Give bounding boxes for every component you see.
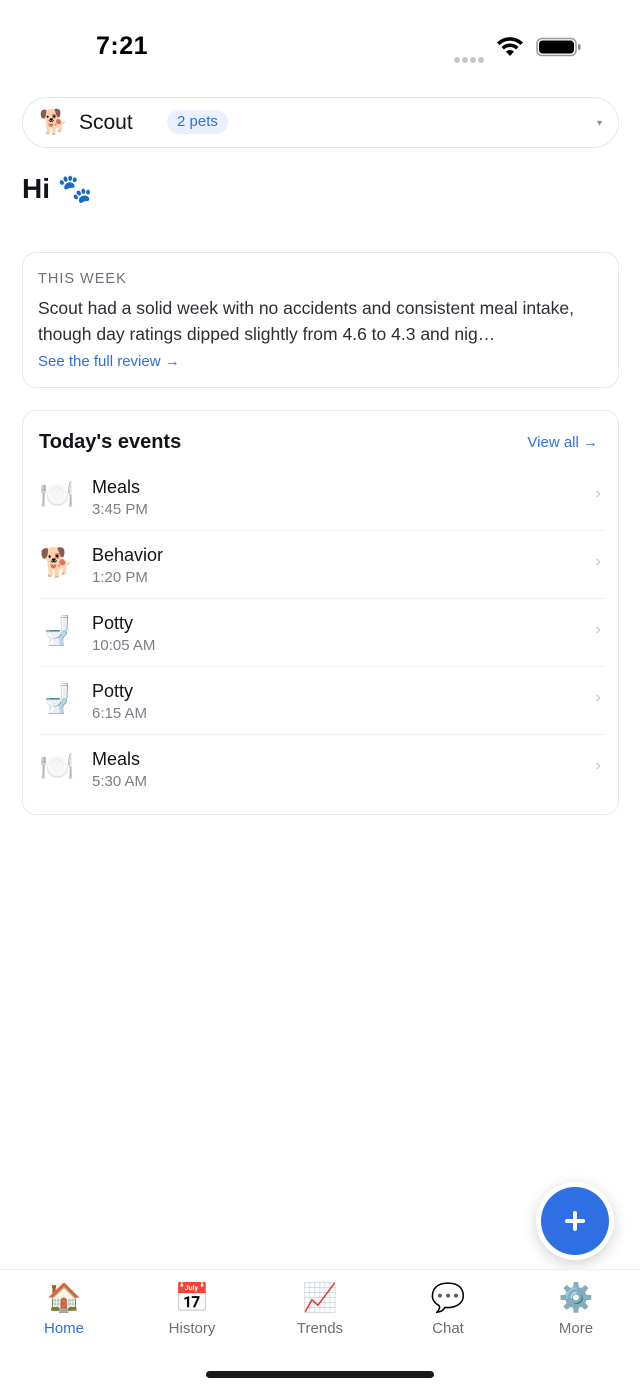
tab-label: More xyxy=(558,1320,594,1337)
chart-icon: 📈 xyxy=(302,1282,338,1313)
gear-icon: ⚙️ xyxy=(558,1282,594,1313)
plus-icon xyxy=(565,1211,585,1231)
add-event-button[interactable] xyxy=(536,1182,614,1260)
chevron-right-icon: › xyxy=(595,553,601,570)
chevron-right-icon: › xyxy=(595,621,601,638)
tab-trends[interactable]: 📈 Trends xyxy=(270,1280,370,1342)
add-event-button-fill xyxy=(541,1187,609,1255)
tab-more[interactable]: ⚙️ More xyxy=(526,1280,626,1342)
calendar-icon: 📅 xyxy=(174,1282,210,1313)
dog-icon: 🐕 xyxy=(39,109,69,136)
pet-selector[interactable]: 🐕 Scout 2 pets ▾ xyxy=(22,97,619,148)
toilet-icon: 🚽 xyxy=(39,683,75,714)
chat-bubble-icon: 💬 xyxy=(430,1282,466,1313)
greeting-title: Hi 🐾 xyxy=(22,173,93,204)
tab-label: Trends xyxy=(296,1320,344,1337)
tab-home[interactable]: 🏠 Home xyxy=(14,1280,114,1342)
chevron-down-icon: ▾ xyxy=(596,118,602,129)
event-list: 🍽️ Meals 3:45 PM › 🐕 Behavior 1:20 PM › … xyxy=(39,463,605,803)
event-row-potty[interactable]: 🚽 Potty 10:05 AM › xyxy=(39,599,605,667)
home-indicator xyxy=(206,1371,434,1378)
tab-label: History xyxy=(168,1320,216,1337)
event-time: 10:05 AM xyxy=(92,637,156,654)
view-all-link[interactable]: View all → xyxy=(527,434,598,451)
chevron-right-icon: › xyxy=(595,689,601,706)
toilet-icon: 🚽 xyxy=(39,615,75,646)
tab-label: Home xyxy=(43,1320,84,1337)
cellular-signal-icon xyxy=(454,50,488,63)
weekly-review-card: THIS WEEK Scout had a solid week with no… xyxy=(22,252,619,388)
event-row-behavior[interactable]: 🐕 Behavior 1:20 PM › xyxy=(39,531,605,599)
event-name: Behavior xyxy=(92,545,164,565)
event-row-meals[interactable]: 🍽️ Meals 3:45 PM › xyxy=(39,463,605,531)
event-time: 6:15 AM xyxy=(92,705,148,722)
status-bar: 7:21 xyxy=(0,0,640,92)
todays-events-card: Today's events View all → 🍽️ Meals 3:45 … xyxy=(22,410,619,815)
wifi-icon xyxy=(497,37,523,56)
events-title: Today's events xyxy=(39,431,182,453)
event-name: Potty xyxy=(92,681,134,701)
week-summary: Scout had a solid week with no accidents… xyxy=(38,298,575,344)
event-time: 5:30 AM xyxy=(92,773,148,790)
week-label: THIS WEEK xyxy=(38,271,127,287)
event-name: Meals xyxy=(92,749,141,769)
pet-count-badge: 2 pets xyxy=(167,110,228,134)
chevron-right-icon: › xyxy=(595,485,601,502)
plate-icon: 🍽️ xyxy=(39,479,75,510)
tab-label: Chat xyxy=(432,1320,464,1337)
status-time: 7:21 xyxy=(96,32,149,60)
chevron-right-icon: › xyxy=(595,757,601,774)
event-time: 1:20 PM xyxy=(92,569,148,586)
full-review-link[interactable]: See the full review → xyxy=(38,353,180,370)
dog-icon: 🐕 xyxy=(39,547,75,578)
event-name: Potty xyxy=(92,613,134,633)
event-row-meals[interactable]: 🍽️ Meals 5:30 AM › xyxy=(39,735,605,803)
pet-name: Scout xyxy=(79,111,133,134)
event-name: Meals xyxy=(92,477,141,497)
event-row-potty[interactable]: 🚽 Potty 6:15 AM › xyxy=(39,667,605,735)
tab-chat[interactable]: 💬 Chat xyxy=(398,1280,498,1342)
plate-icon: 🍽️ xyxy=(39,751,75,782)
house-icon: 🏠 xyxy=(46,1282,82,1313)
event-time: 3:45 PM xyxy=(92,501,148,518)
tab-history[interactable]: 📅 History xyxy=(142,1280,242,1342)
battery-icon xyxy=(536,37,581,57)
